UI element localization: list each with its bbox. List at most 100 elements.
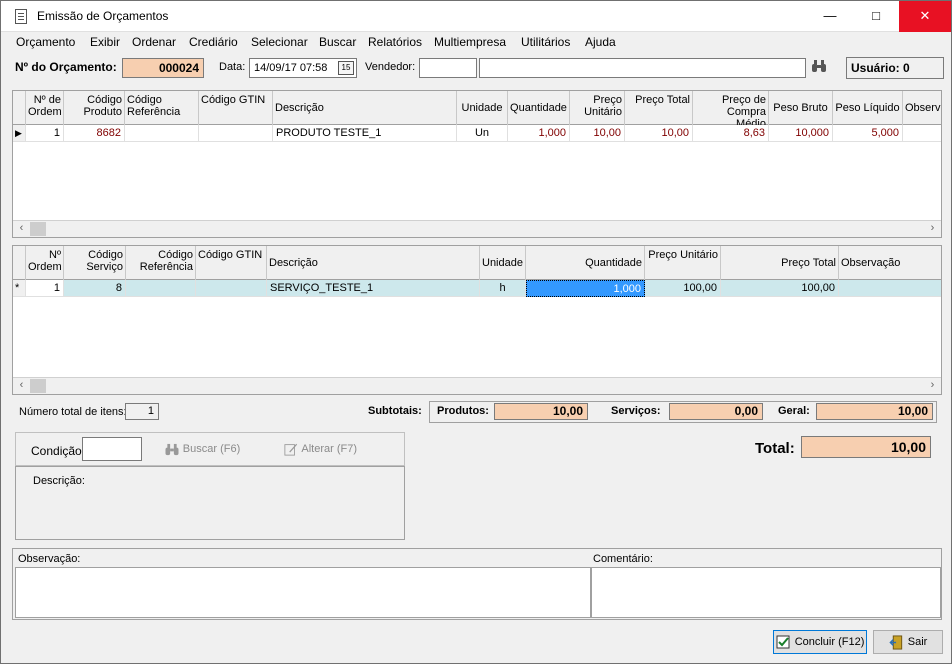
col-reference-code[interactable]: Código Referência: [125, 91, 199, 125]
comment-label: Comentário:: [593, 553, 653, 565]
maximize-button[interactable]: □: [853, 1, 899, 32]
cell-quantity-selected[interactable]: 1,000: [526, 280, 645, 297]
items-count-field: 1: [125, 403, 159, 420]
col-unit[interactable]: Unidade: [480, 246, 526, 280]
scroll-right-icon[interactable]: ›: [924, 221, 941, 237]
order-number-field[interactable]: 000024: [122, 58, 204, 78]
col-service-code[interactable]: Código Serviço: [64, 246, 126, 280]
close-button[interactable]: ✕: [899, 1, 951, 32]
observation-memo[interactable]: [15, 567, 591, 618]
conclude-button[interactable]: Concluir (F12): [773, 630, 867, 654]
services-hscrollbar[interactable]: ‹ ›: [13, 377, 941, 394]
cell-description[interactable]: SERVIÇO_TESTE_1: [267, 280, 480, 297]
date-field[interactable]: 14/09/17 07:58 15: [249, 58, 357, 78]
col-gtin[interactable]: Código GTIN: [196, 246, 267, 280]
col-description[interactable]: Descrição: [267, 246, 480, 280]
col-quantity[interactable]: Quantidade: [526, 246, 645, 280]
subtotals-label: Subtotais:: [368, 405, 422, 417]
cell-observation[interactable]: [903, 125, 941, 142]
scroll-thumb[interactable]: [30, 222, 46, 236]
date-label: Data:: [219, 61, 246, 73]
menu-multiempresa[interactable]: Multiempresa: [434, 35, 506, 49]
menu-relatorios[interactable]: Relatórios: [368, 35, 422, 49]
observation-label: Observação:: [18, 553, 81, 565]
calendar-icon[interactable]: 15: [338, 61, 354, 75]
items-count-label: Número total de itens:: [19, 406, 127, 418]
cell-reference[interactable]: [126, 280, 196, 297]
cell-description[interactable]: PRODUTO TESTE_1: [273, 125, 457, 142]
col-avg-cost[interactable]: Preço de Compra Médio: [693, 91, 769, 125]
seller-name-field[interactable]: [479, 58, 806, 78]
cell-total-price[interactable]: 100,00: [721, 280, 839, 297]
col-order[interactable]: Nº de Ordem: [26, 91, 64, 125]
col-net-weight[interactable]: Peso Líquido: [833, 91, 903, 125]
menu-ajuda[interactable]: Ajuda: [585, 35, 616, 49]
col-observation[interactable]: Observação: [839, 246, 941, 280]
condition-field[interactable]: [82, 437, 142, 461]
scroll-right-icon[interactable]: ›: [924, 378, 941, 394]
services-grid[interactable]: Nº Ordem Código Serviço Código Referênci…: [12, 245, 942, 395]
menu-buscar[interactable]: Buscar: [319, 35, 356, 49]
seller-code-field[interactable]: [419, 58, 477, 78]
col-unit[interactable]: Unidade: [457, 91, 508, 125]
general-subtotal-field: 10,00: [816, 403, 933, 420]
col-total-price[interactable]: Preço Total: [625, 91, 693, 125]
cell-gtin[interactable]: [199, 125, 273, 142]
col-product-code[interactable]: Código Produto: [64, 91, 125, 125]
comment-memo[interactable]: [591, 567, 941, 618]
menu-selecionar[interactable]: Selecionar: [251, 35, 308, 49]
cell-unit-price[interactable]: 100,00: [645, 280, 721, 297]
menu-orcamento[interactable]: Orçamento: [16, 35, 75, 49]
current-row-icon: ▶: [13, 125, 26, 142]
col-gross-weight[interactable]: Peso Bruto: [769, 91, 833, 125]
col-unit-price[interactable]: Preço Unitário: [570, 91, 625, 125]
menu-exibir[interactable]: Exibir: [90, 35, 120, 49]
cell-service-code[interactable]: 8: [64, 280, 126, 297]
title-bar: Emissão de Orçamentos — □ ✕: [1, 1, 951, 32]
user-display: Usuário: 0: [846, 57, 944, 79]
cell-total-price[interactable]: 10,00: [625, 125, 693, 142]
cell-order[interactable]: 1: [26, 125, 64, 142]
cell-unit-price[interactable]: 10,00: [570, 125, 625, 142]
scroll-thumb[interactable]: [30, 379, 46, 393]
table-row[interactable]: * 1 8 SERVIÇO_TESTE_1 h 1,000 100,00 100…: [13, 280, 941, 297]
cell-quantity[interactable]: 1,000: [508, 125, 570, 142]
menu-utilitarios[interactable]: Utilitários: [521, 35, 570, 49]
cell-unit[interactable]: h: [480, 280, 526, 297]
col-quantity[interactable]: Quantidade: [508, 91, 570, 125]
cell-product-code[interactable]: 8682: [64, 125, 125, 142]
minimize-button[interactable]: —: [807, 1, 853, 32]
col-order[interactable]: Nº Ordem: [26, 246, 64, 280]
col-unit-price[interactable]: Preço Unitário: [645, 246, 721, 280]
cell-gtin[interactable]: [196, 280, 267, 297]
exit-button[interactable]: Sair: [873, 630, 943, 654]
cell-reference[interactable]: [125, 125, 199, 142]
col-reference-code[interactable]: Código Referência: [126, 246, 196, 280]
menu-crediario[interactable]: Crediário: [189, 35, 238, 49]
col-description[interactable]: Descrição: [273, 91, 457, 125]
cell-gross-weight[interactable]: 10,000: [769, 125, 833, 142]
scroll-left-icon[interactable]: ‹: [13, 221, 30, 237]
cell-avg-cost[interactable]: 8,63: [693, 125, 769, 142]
binoculars-icon[interactable]: [811, 59, 827, 76]
cell-observation[interactable]: [839, 280, 941, 297]
total-label: Total:: [755, 440, 795, 457]
cell-unit[interactable]: Un: [457, 125, 508, 142]
binoculars-icon: [165, 443, 179, 455]
exit-label: Sair: [907, 636, 928, 648]
order-number-label: Nº do Orçamento:: [15, 60, 117, 74]
products-grid[interactable]: Nº de Ordem Código Produto Código Referê…: [12, 90, 942, 238]
col-gtin[interactable]: Código GTIN: [199, 91, 273, 125]
new-row-marker: *: [13, 280, 26, 297]
condition-label: Condição:: [31, 444, 86, 458]
products-hscrollbar[interactable]: ‹ ›: [13, 220, 941, 237]
edit-icon: [284, 443, 298, 456]
cell-order[interactable]: 1: [26, 280, 64, 297]
scroll-left-icon[interactable]: ‹: [13, 378, 30, 394]
menu-ordenar[interactable]: Ordenar: [132, 35, 176, 49]
col-observation[interactable]: Observa: [903, 91, 941, 125]
table-row[interactable]: ▶ 1 8682 PRODUTO TESTE_1 Un 1,000 10,00 …: [13, 125, 941, 142]
alter-condition-button: Alterar (F7): [279, 439, 361, 459]
col-total-price[interactable]: Preço Total: [721, 246, 839, 280]
cell-net-weight[interactable]: 5,000: [833, 125, 903, 142]
